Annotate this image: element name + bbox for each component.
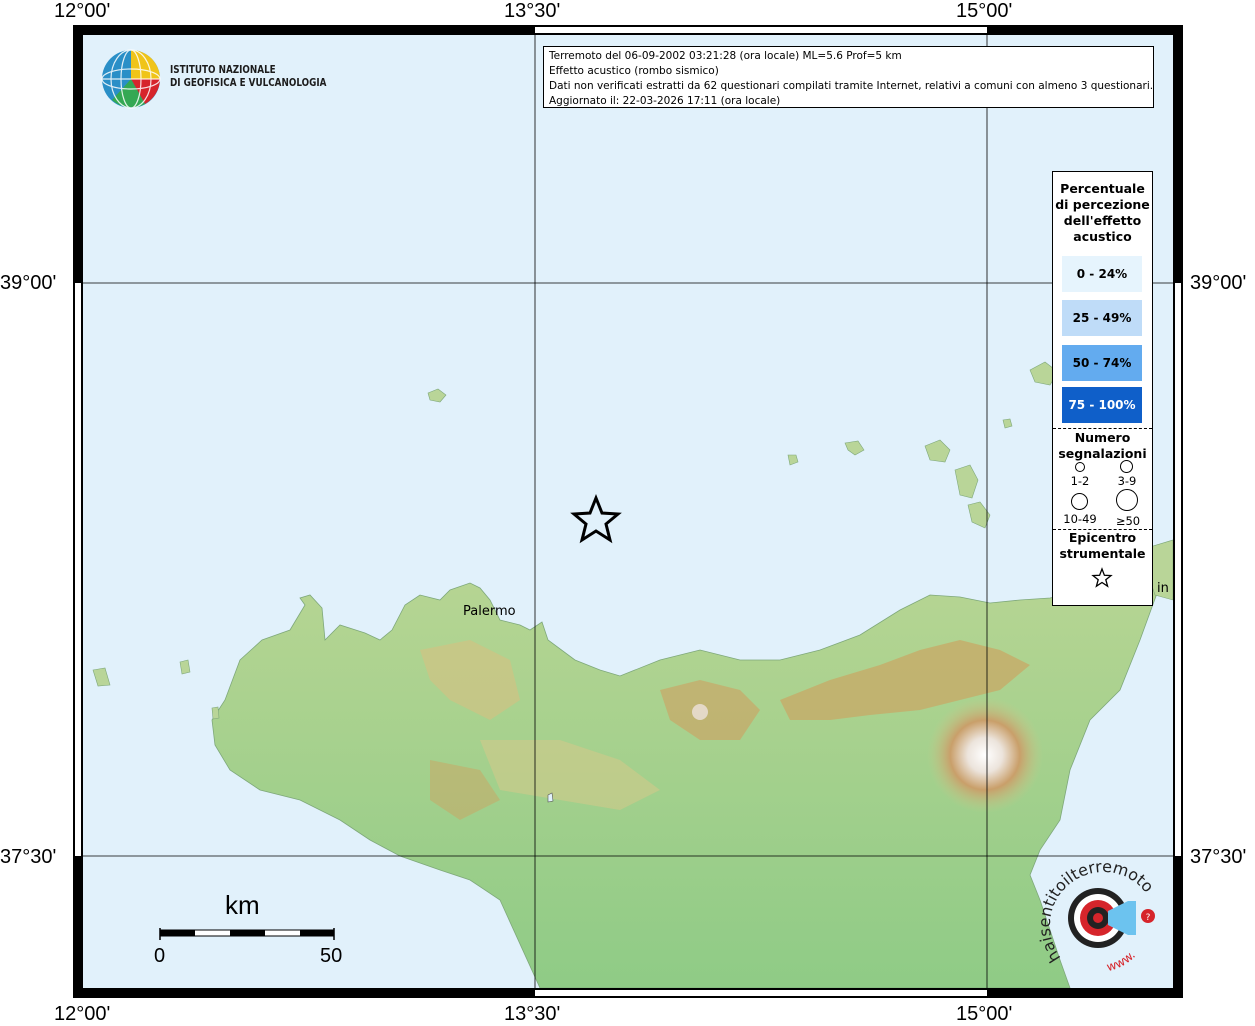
island-marettimo — [179, 659, 191, 675]
lat-label-right-lower: 37°30' — [1190, 846, 1247, 868]
legend-circle-xlarge — [1116, 489, 1138, 511]
lon-label-bottom-left: 12°00' — [54, 1003, 111, 1025]
lon-label-top-mid: 13°30' — [504, 0, 561, 22]
lake — [547, 792, 554, 803]
ingv-name-line1: ISTITUTO NAZIONALE — [170, 63, 276, 76]
place-label-messina: in — [1157, 581, 1169, 596]
legend-title-3: dell'effetto — [1063, 213, 1142, 228]
lat-label-right-upper: 39°00' — [1190, 272, 1247, 294]
lon-label-top-left: 12°00' — [54, 0, 111, 22]
lon-label-bottom-right: 15°00' — [956, 1003, 1013, 1025]
lat-label-left-upper: 39°00' — [0, 272, 57, 294]
legend-title-4: acustico — [1073, 229, 1132, 244]
etna — [927, 697, 1043, 813]
event-line-1: Terremoto del 06-09-2002 03:21:28 (ora l… — [549, 50, 902, 62]
event-info-box: Terremoto del 06-09-2002 03:21:28 (ora l… — [543, 46, 1154, 108]
event-line-2: Effetto acustico (rombo sismico) — [549, 65, 719, 77]
legend-class-25-49: 25 - 49% — [1062, 300, 1142, 336]
scale-start: 0 — [154, 945, 166, 967]
lat-label-left-lower: 37°30' — [0, 846, 57, 868]
legend-count-1-2: 1-2 — [1070, 474, 1090, 488]
legend-circle-large — [1071, 493, 1088, 510]
event-line-4: Aggiornato il: 22-03-2026 17:11 (ora loc… — [549, 95, 781, 107]
ingv-logo-text: ISTITUTO NAZIONALE DI GEOFISICA E VULCAN… — [170, 63, 326, 89]
scale-bar — [159, 928, 335, 940]
legend-count-3-9: 3-9 — [1117, 474, 1137, 488]
ingv-logo-icon — [101, 49, 161, 109]
haisentito-www-text: www. — [1105, 948, 1138, 974]
lon-label-bottom-mid: 13°30' — [504, 1003, 561, 1025]
legend-title-1: Percentuale — [1060, 181, 1145, 196]
legend-class-50-74: 50 - 74% — [1062, 345, 1142, 381]
legend-circle-medium — [1120, 460, 1133, 473]
legend-count-title-1: Numero — [1074, 430, 1131, 445]
legend-count-50plus: ≥50 — [1115, 514, 1141, 528]
scale-end: 50 — [320, 945, 343, 967]
haisentito-logo-icon: ? haisentitoilterremoto.it www. — [1036, 853, 1158, 974]
legend-class-0-24: 0 - 24% — [1062, 256, 1142, 292]
island-levanzo — [211, 706, 220, 720]
legend-class-75-100: 75 - 100% — [1062, 387, 1142, 423]
map-area — [83, 35, 1173, 988]
legend-divider-1 — [1053, 428, 1152, 429]
legend-epicenter-title-2: strumentale — [1059, 546, 1146, 561]
legend-circle-small — [1075, 462, 1085, 472]
legend-count-title-2: segnalazioni — [1058, 446, 1147, 461]
legend-star-icon — [1091, 567, 1113, 588]
legend-count-10-49: 10-49 — [1063, 512, 1097, 526]
svg-text:www.: www. — [1105, 948, 1138, 974]
legend-epicenter-title-1: Epicentro — [1068, 530, 1137, 545]
ingv-name-line2: DI GEOFISICA E VULCANOLOGIA — [170, 76, 327, 89]
svg-text:?: ? — [1146, 913, 1151, 923]
legend-panel: Percentuale di percezione dell'effetto a… — [1052, 171, 1153, 606]
event-line-3: Dati non verificati estratti da 62 quest… — [549, 80, 1154, 92]
madonie-summit — [692, 704, 708, 720]
place-label-palermo: Palermo — [463, 604, 516, 619]
lon-label-top-right: 15°00' — [956, 0, 1013, 22]
legend-title-2: di percezione — [1055, 197, 1150, 212]
